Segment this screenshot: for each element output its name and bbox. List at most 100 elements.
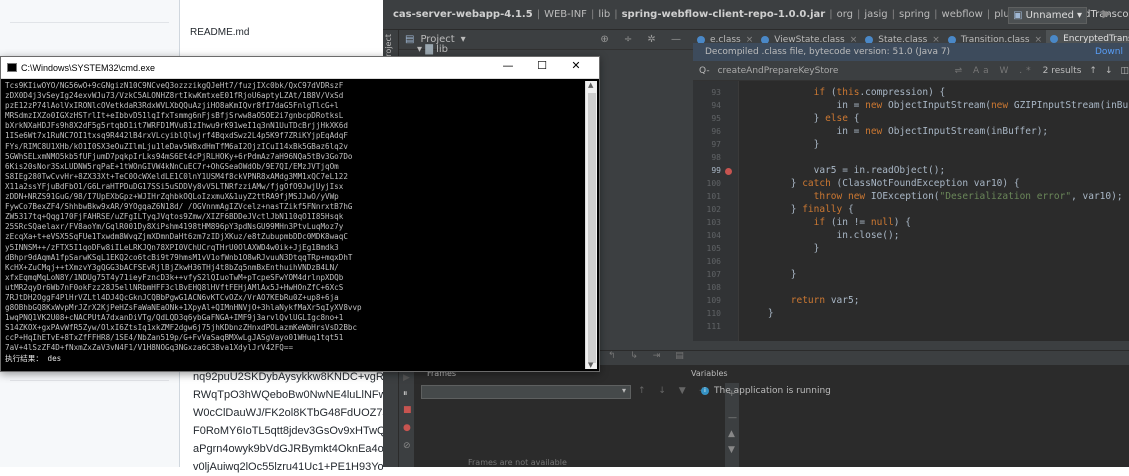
line-number: 100: [697, 179, 721, 188]
info-icon: i: [701, 387, 709, 395]
readme-text-line: v0ljAuiwq2lOc55lzru41Uc1+PE1H93Yo3lJ4: [193, 458, 383, 476]
cmd-output-line: xfxEqmqMqLoN8Y/1NDUg75T4y71ieyFzncD3k++v…: [5, 273, 585, 283]
remove-watch-icon[interactable]: —: [728, 413, 737, 423]
chevron-down-icon[interactable]: ▾: [461, 34, 466, 45]
move-up-icon[interactable]: ▲: [728, 429, 735, 439]
line-gutter: 9394959697989910010110210310410510610710…: [693, 81, 739, 341]
search-options-icon[interactable]: ⇌ Aa W .*: [955, 66, 1035, 76]
code-line: if (this.compression) {: [745, 87, 945, 98]
readme-text-line: F0RoMY6IoTL5qtt8jdev3GsOv9xHTwQvRM: [193, 422, 383, 440]
line-number: 97: [697, 140, 721, 149]
breadcrumb-web-inf[interactable]: WEB-INF: [544, 9, 587, 20]
line-number: 108: [697, 283, 721, 292]
code-line: } catch (ClassNotFoundException var10) {: [745, 178, 1020, 189]
line-number: 109: [697, 296, 721, 305]
line-number: 106: [697, 257, 721, 266]
scroll-up-icon[interactable]: ▲: [588, 81, 593, 89]
variables-message: iThe application is running: [701, 386, 831, 396]
breadcrumb-webflow[interactable]: webflow: [942, 9, 983, 20]
run-config-dropdown[interactable]: ▣ Unnamed ▾: [1008, 7, 1087, 24]
cmd-output-line: pzE12zP74lAolVxIRONlcOVetkdaR3RdxWVLXbQQ…: [5, 101, 585, 111]
editor-tab-label: EncryptedTranscoder.class: [1063, 34, 1129, 44]
cmd-window[interactable]: C:\Windows\SYSTEM32\cmd.exe — ☐ ✕ Tcs9KI…: [0, 56, 600, 372]
code-line: if (in != null) {: [745, 217, 911, 228]
line-number: 102: [697, 205, 721, 214]
cmd-output-line: MRSdmzIXZo0IGXzHSTrlIt+eIbbvD51lqIfxTsmm…: [5, 111, 585, 121]
line-number: 95: [697, 114, 721, 123]
code-line: }: [745, 269, 796, 280]
breakpoint-icon[interactable]: [725, 168, 732, 175]
cmd-output-line: bXrkNXaHDJFs9h8X2dF5g5rtqbD1it7WRFD1MVu8…: [5, 121, 585, 131]
find-bar: Q- createAndPrepareKeyStore ⇌ Aa W .* 2 …: [693, 61, 1129, 81]
code-line: in.close();: [745, 230, 899, 241]
cmd-output-line: 1ISe6Wt7x1RuNC7OI1txsq9R442lB4rxVLcyiblQ…: [5, 131, 585, 141]
readme-text-line: aPgrn4owyk9bVdGJRBymkt4OknEa4o/Grf: [193, 440, 383, 458]
run-icon[interactable]: ▶: [1103, 7, 1111, 20]
minimize-button[interactable]: —: [491, 59, 525, 72]
cmd-output-line: S14ZKOX+gxPAvWfR5Zyw/OlxI6ZtsIq1xkZMF2dg…: [5, 323, 585, 333]
next-occurrence-icon[interactable]: ↓: [1105, 66, 1113, 76]
line-number: 99: [697, 166, 721, 175]
cmd-title: C:\Windows\SYSTEM32\cmd.exe: [21, 63, 155, 73]
cmd-output-line: utMR2qyDr6Wb7nF0okFzz28J5ellNRbmHFF3clBv…: [5, 283, 585, 293]
line-number: 96: [697, 127, 721, 136]
mute-breakpoints-icon[interactable]: ⊘: [403, 441, 411, 451]
debug-step-icons[interactable]: ↰ ↳ ⇥ ▤: [608, 351, 690, 361]
cmd-output[interactable]: Tcs9KIiwOYO/NG56wO+9cGNgizN10C9NCveQ3ozz…: [5, 81, 585, 369]
tree-item-lib[interactable]: ▾ ▇ lib: [417, 44, 448, 55]
cmd-output-line: FYs/RIMC8U1XHb/kO1I0SX3eOuZIlmLju1leDav5…: [5, 142, 585, 152]
cmd-icon: [7, 63, 17, 72]
move-down-icon[interactable]: ▼: [728, 445, 735, 455]
breadcrumb-jasig[interactable]: jasig: [864, 9, 887, 20]
project-panel-tools-icon[interactable]: ⊕ ÷ ✲ —: [600, 34, 687, 45]
line-number: 110: [697, 309, 721, 318]
chevron-down-icon: ▾: [1077, 10, 1082, 21]
code-line: in = new ObjectInputStream(inBuffer);: [745, 126, 1048, 137]
editor-bottom-bar: [693, 341, 1129, 350]
breadcrumb-jar[interactable]: spring-webflow-client-repo-1.0.0.jar: [622, 9, 826, 20]
prev-occurrence-icon[interactable]: ↑: [1089, 66, 1097, 76]
breadcrumb-lib[interactable]: lib: [598, 9, 610, 20]
search-results-count: 2 results: [1043, 66, 1082, 76]
scroll-thumb[interactable]: [588, 93, 596, 363]
cmd-scrollbar[interactable]: ▲ ▼: [585, 81, 597, 369]
cmd-output-line: 7aV+4lSzZF4D+fNxmZxZaV3vN4F1/V1H8NOGq3NG…: [5, 343, 585, 353]
search-input[interactable]: createAndPrepareKeyStore: [718, 66, 947, 76]
breadcrumb-org[interactable]: org: [837, 9, 853, 20]
maximize-button[interactable]: ☐: [525, 59, 559, 72]
run-config-icon: ▣: [1013, 10, 1022, 21]
code-editor[interactable]: 9394959697989910010110210310410510610710…: [693, 81, 1129, 341]
code-line: } else {: [745, 113, 859, 124]
pause-icon[interactable]: ⏸: [403, 389, 408, 399]
class-icon: [1050, 35, 1058, 43]
line-number: 104: [697, 231, 721, 240]
window-controls: — ☐ ✕: [491, 59, 593, 72]
breadcrumb-spring[interactable]: spring: [899, 9, 930, 20]
cmd-output-line: KcHX+ZuCMqj++tXmzvY3gQGG3bACFSEvRjlBjZkw…: [5, 263, 585, 273]
frames-empty-message: Frames are not available: [468, 458, 567, 467]
cmd-result-label: 执行结果：: [5, 354, 43, 363]
scroll-down-icon[interactable]: ▼: [588, 361, 593, 369]
variables-panel: [739, 365, 1129, 467]
thread-select[interactable]: [421, 385, 631, 399]
cmd-result-line: 执行结果： des: [5, 354, 585, 364]
download-sources-link[interactable]: Downl: [1095, 47, 1123, 57]
close-button[interactable]: ✕: [559, 59, 593, 72]
cmd-output-line: FywCo7BexZF4/ShhbwBkw9xAR/9YOgqaZ6N18d/ …: [5, 202, 585, 212]
filter-icon[interactable]: ◫: [1120, 66, 1129, 76]
cmd-output-line: ccP+HqIhETvE+8TxZfFFHR8/1SE4/NbZan519p/G…: [5, 333, 585, 343]
resume-icon[interactable]: ▶: [403, 373, 410, 383]
code-line: }: [745, 308, 774, 319]
breadcrumb-project[interactable]: cas-server-webapp-4.1.5: [393, 9, 533, 20]
cmd-output-line: X11a2ssYFjuBdFbO1/G6LraHTPDuDG17SSi5uSDD…: [5, 182, 585, 192]
view-breakpoints-icon[interactable]: ●: [403, 423, 411, 433]
line-number: 103: [697, 218, 721, 227]
cmd-output-line: 1wqPNQ1VK2U08+cNACPUtA7dxanDiVTg/QdLQD3q…: [5, 313, 585, 323]
decompiled-banner-text: Decompiled .class file, bytecode version…: [705, 47, 950, 57]
stop-icon[interactable]: ■: [403, 405, 412, 415]
search-icon: Q-: [699, 66, 710, 76]
debug-side-toolbar: ▶ ⏸ ■ ● ⊘: [399, 365, 415, 467]
readme-title[interactable]: README.md: [190, 27, 249, 38]
cmd-output-line: dBhpr9dAqmA1fpSarwKSqL1EKQ2co6tcBi9t79hm…: [5, 253, 585, 263]
cmd-blank-line: [5, 364, 585, 369]
